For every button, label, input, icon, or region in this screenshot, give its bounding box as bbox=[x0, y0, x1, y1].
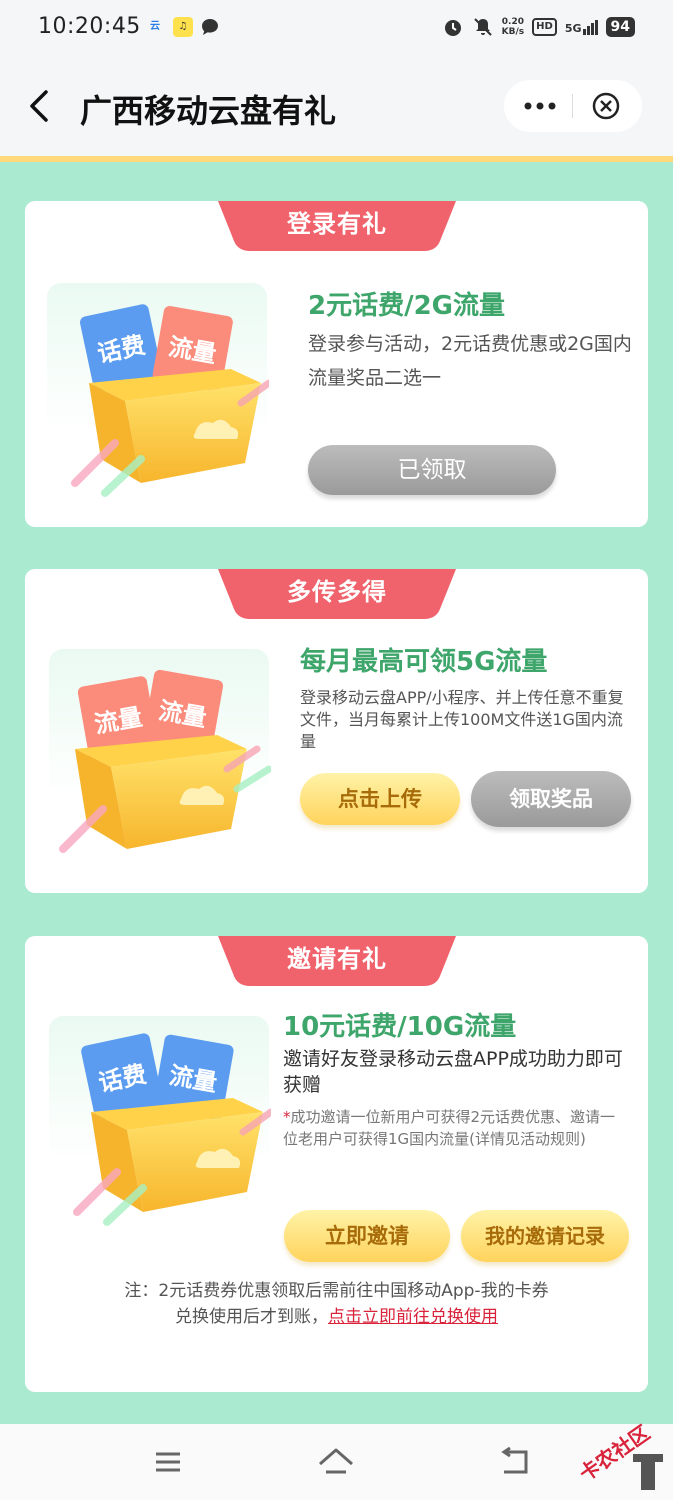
invite-now-button[interactable]: 立即邀请 bbox=[284, 1210, 450, 1262]
more-icon[interactable] bbox=[504, 80, 572, 132]
gift-box-illustration: 话费 流量 bbox=[47, 283, 269, 497]
back-arrow-icon[interactable] bbox=[24, 86, 60, 126]
gift-box-illustration: 话费 流量 bbox=[49, 1016, 271, 1226]
mini-program-capsule bbox=[504, 80, 642, 132]
card-tab-label: 登录有礼 bbox=[287, 210, 387, 238]
page-title: 广西移动云盘有礼 bbox=[80, 92, 337, 130]
app-notification-icon: 云 bbox=[150, 21, 160, 32]
banner-edge bbox=[0, 156, 673, 162]
back-icon[interactable] bbox=[494, 1442, 534, 1482]
invite-rule-note: *成功邀请一位新用户可获得2元话费优惠、邀请一位老用户可获得1G国内流量(详情见… bbox=[283, 1108, 616, 1148]
capsule-divider bbox=[572, 94, 573, 118]
card-tab-label: 邀请有礼 bbox=[287, 945, 387, 973]
gift-box-illustration: 流量 流量 bbox=[49, 649, 271, 853]
battery-icon: 94 bbox=[605, 17, 635, 37]
watermark-logo: 卡农社区 bbox=[575, 1420, 663, 1490]
card-tab-label: 多传多得 bbox=[287, 578, 387, 606]
hd-badge: HD bbox=[532, 18, 557, 36]
note-line-1: 注：2元话费券优惠领取后需前往中国移动App-我的卡券 bbox=[124, 1281, 549, 1301]
claimed-button[interactable]: 已领取 bbox=[308, 445, 556, 495]
claim-prize-button[interactable]: 领取奖品 bbox=[471, 771, 631, 827]
login-reward-card: 登录有礼 话费 流量 2元话费/2G流量 登录参与活动，2元话费优惠或2G国内流… bbox=[25, 201, 648, 527]
status-time: 10:20:45 bbox=[38, 14, 141, 39]
redeem-note: 注：2元话费券优惠领取后需前往中国移动App-我的卡券 兑换使用后才到账，点击立… bbox=[25, 1278, 648, 1330]
prize-title: 10元话费/10G流量 bbox=[283, 1012, 517, 1042]
note-line-2: 兑换使用后才到账，点击立即前往兑换使用 bbox=[175, 1307, 498, 1327]
title-bar: 广西移动云盘有礼 bbox=[0, 56, 673, 156]
net-speed: 0.20 KB/s bbox=[501, 17, 525, 37]
prize-title: 每月最高可领5G流量 bbox=[300, 647, 548, 677]
asterisk: * bbox=[283, 1108, 291, 1126]
prize-description: 登录移动云盘APP/小程序、并上传任意不重复文件，当月每累计上传100M文件送1… bbox=[300, 688, 624, 751]
upload-reward-card: 多传多得 流量 流量 每月最高可领5G流量 登录移动云盘APP/小程序、并上传任… bbox=[25, 569, 648, 893]
upload-button[interactable]: 点击上传 bbox=[300, 773, 460, 825]
prize-title: 2元话费/2G流量 bbox=[308, 291, 506, 321]
status-bar: 10:20:45 云 ♫ 0.20 KB/s HD 5G 94 bbox=[0, 0, 673, 56]
message-icon bbox=[202, 19, 218, 35]
invite-reward-card: 邀请有礼 话费 流量 10元话费/10G流量 邀请好友登录移动云盘APP成功助力… bbox=[25, 936, 648, 1392]
redeem-link[interactable]: 点击立即前往兑换使用 bbox=[328, 1307, 498, 1327]
menu-icon[interactable] bbox=[148, 1442, 188, 1482]
signal-icon: 5G bbox=[565, 19, 598, 35]
alarm-icon bbox=[444, 20, 461, 36]
close-icon[interactable] bbox=[574, 80, 642, 132]
mute-icon bbox=[473, 18, 492, 36]
app-notification-icon: ♫ bbox=[173, 17, 193, 37]
prize-description: 邀请好友登录移动云盘APP成功助力即可获赠 bbox=[283, 1048, 623, 1096]
prize-description: 登录参与活动，2元话费优惠或2G国内流量奖品二选一 bbox=[308, 333, 632, 389]
status-icons: 0.20 KB/s HD 5G 94 bbox=[442, 14, 635, 40]
invite-records-button[interactable]: 我的邀请记录 bbox=[461, 1210, 629, 1262]
home-icon[interactable] bbox=[316, 1442, 356, 1482]
